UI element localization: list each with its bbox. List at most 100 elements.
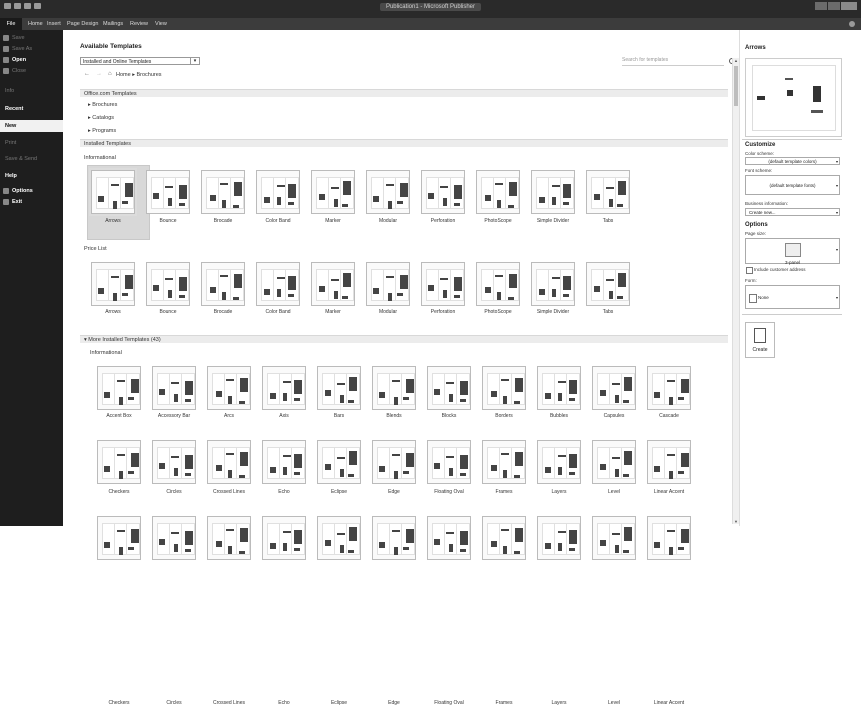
template-thumbnail[interactable]	[586, 170, 630, 214]
template-label[interactable]: Circles	[144, 489, 204, 495]
template-thumbnail[interactable]	[97, 366, 141, 410]
template-label[interactable]: Linear Accent	[639, 489, 699, 495]
template-label[interactable]: Linear Accent	[639, 700, 699, 706]
template-thumbnail[interactable]	[262, 516, 306, 560]
section-more-installed[interactable]: ▾ More Installed Templates (43)	[80, 335, 728, 343]
tab-file[interactable]: File	[0, 18, 22, 30]
tab-insert[interactable]: Insert	[47, 21, 61, 27]
template-label[interactable]: Eclipse	[309, 700, 369, 706]
template-label[interactable]: PhotoScope	[468, 218, 528, 224]
template-thumbnail[interactable]	[421, 262, 465, 306]
backstage-help[interactable]: Help	[0, 170, 63, 182]
template-label[interactable]: Accent Box	[89, 413, 149, 419]
tree-item-catalogs[interactable]: ▸ Catalogs	[88, 115, 114, 121]
template-label[interactable]: Blends	[364, 413, 424, 419]
template-thumbnail[interactable]	[207, 440, 251, 484]
template-thumbnail[interactable]	[97, 516, 141, 560]
template-thumbnail[interactable]	[647, 440, 691, 484]
template-label[interactable]: Marker	[303, 218, 363, 224]
backstage-recent[interactable]: Recent	[0, 103, 63, 115]
template-label[interactable]: Arrows	[83, 309, 143, 315]
template-label[interactable]: Perforation	[413, 309, 473, 315]
template-label[interactable]: Floating Oval	[419, 700, 479, 706]
template-thumbnail[interactable]	[366, 262, 410, 306]
template-thumbnail[interactable]	[482, 440, 526, 484]
template-thumbnail[interactable]	[586, 262, 630, 306]
back-arrow-icon[interactable]: ←	[84, 71, 90, 77]
include-address-checkbox[interactable]	[746, 267, 753, 274]
template-thumbnail[interactable]	[317, 516, 361, 560]
template-label[interactable]: Modular	[358, 309, 418, 315]
template-thumbnail[interactable]	[372, 516, 416, 560]
template-thumbnail[interactable]	[531, 170, 575, 214]
template-thumbnail[interactable]	[427, 516, 471, 560]
home-icon[interactable]: ⌂	[108, 71, 112, 77]
template-thumbnail[interactable]	[311, 170, 355, 214]
template-label[interactable]: Blocks	[419, 413, 479, 419]
minimize-button[interactable]	[815, 2, 827, 10]
template-label[interactable]: Perforation	[413, 218, 473, 224]
template-label[interactable]: Crossed Lines	[199, 489, 259, 495]
template-label[interactable]: Frames	[474, 700, 534, 706]
tab-page-design[interactable]: Page Design	[67, 21, 99, 27]
template-label[interactable]: Eclipse	[309, 489, 369, 495]
template-thumbnail[interactable]	[427, 366, 471, 410]
template-label[interactable]: Marker	[303, 309, 363, 315]
template-label[interactable]: Level	[584, 700, 644, 706]
backstage-save-send[interactable]: Save & Send	[0, 153, 63, 165]
maximize-button[interactable]	[828, 2, 840, 10]
template-thumbnail[interactable]	[592, 366, 636, 410]
page-size-select[interactable]: 3-panel ▾	[745, 238, 840, 265]
template-label[interactable]: Bars	[309, 413, 369, 419]
template-thumbnail[interactable]	[207, 366, 251, 410]
template-source-select[interactable]: Installed and Online Templates ▾	[80, 57, 200, 65]
template-thumbnail[interactable]	[91, 262, 135, 306]
template-thumbnail[interactable]	[372, 440, 416, 484]
template-thumbnail[interactable]	[146, 262, 190, 306]
template-label[interactable]: Tabs	[578, 218, 638, 224]
template-label[interactable]: Cascade	[639, 413, 699, 419]
backstage-new[interactable]: New	[0, 120, 68, 132]
template-label[interactable]: Echo	[254, 700, 314, 706]
form-select[interactable]: None ▾	[745, 285, 840, 309]
template-label[interactable]: Brocade	[193, 309, 253, 315]
template-thumbnail[interactable]	[262, 366, 306, 410]
backstage-info[interactable]: Info	[0, 85, 63, 97]
font-scheme-select[interactable]: (default template fonts) ▾	[745, 175, 840, 195]
template-thumbnail[interactable]	[531, 262, 575, 306]
template-thumbnail[interactable]	[311, 262, 355, 306]
template-thumbnail[interactable]	[146, 170, 190, 214]
template-thumbnail[interactable]	[262, 440, 306, 484]
template-thumbnail[interactable]	[537, 366, 581, 410]
template-label[interactable]: Arcs	[199, 413, 259, 419]
breadcrumb[interactable]: Home ▸ Brochures	[116, 72, 162, 78]
tree-item-programs[interactable]: ▸ Programs	[88, 128, 116, 134]
tab-review[interactable]: Review	[130, 21, 148, 27]
template-label[interactable]: Color Band	[248, 218, 308, 224]
business-info-select[interactable]: Create new... ▾	[745, 208, 840, 216]
template-thumbnail[interactable]	[152, 366, 196, 410]
template-label[interactable]: Edge	[364, 489, 424, 495]
help-icon[interactable]	[849, 21, 855, 27]
template-thumbnail[interactable]	[366, 170, 410, 214]
template-label[interactable]: Accessory Bar	[144, 413, 204, 419]
template-label[interactable]: Axis	[254, 413, 314, 419]
template-thumbnail[interactable]	[372, 366, 416, 410]
tree-item-brochures[interactable]: ▸ Brochures	[88, 102, 117, 108]
template-thumbnail[interactable]	[201, 170, 245, 214]
tab-view[interactable]: View	[155, 21, 167, 27]
template-label[interactable]: Tabs	[578, 309, 638, 315]
template-thumbnail[interactable]	[476, 170, 520, 214]
template-label[interactable]: PhotoScope	[468, 309, 528, 315]
template-thumbnail[interactable]	[647, 516, 691, 560]
scrollbar[interactable]: ▲ ▼	[732, 58, 739, 524]
template-label[interactable]: Checkers	[89, 489, 149, 495]
template-thumbnail[interactable]	[152, 440, 196, 484]
template-label[interactable]: Borders	[474, 413, 534, 419]
template-thumbnail[interactable]	[256, 170, 300, 214]
template-thumbnail[interactable]	[592, 440, 636, 484]
template-label[interactable]: Frames	[474, 489, 534, 495]
search-input[interactable]: Search for templates	[622, 57, 724, 66]
template-label[interactable]: Arrows	[83, 218, 143, 224]
template-thumbnail[interactable]	[482, 516, 526, 560]
